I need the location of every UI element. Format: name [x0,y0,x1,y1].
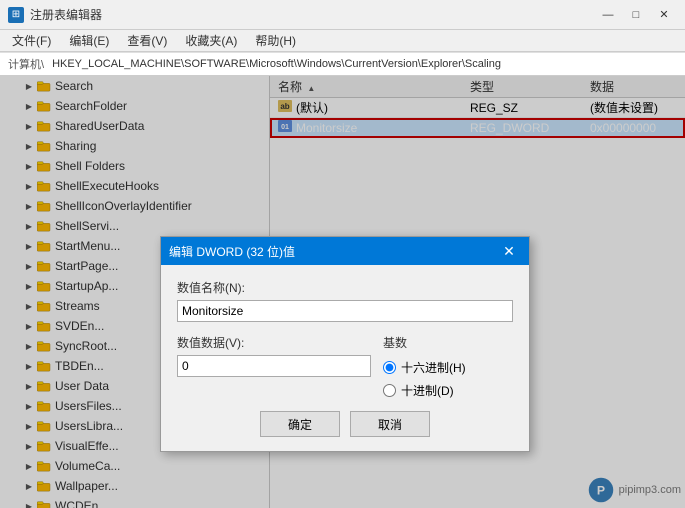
app-icon: ⊞ [8,7,24,23]
dialog-body: 数值名称(N): 数值数据(V): 基数 十六进制(H) [161,265,529,451]
dialog-buttons: 确定 取消 [177,411,513,437]
radio-group: 十六进制(H) 十进制(D) [383,359,513,399]
dialog-value-section: 数值数据(V): [177,334,371,399]
minimize-button[interactable]: — [595,5,621,25]
menu-favorites[interactable]: 收藏夹(A) [177,30,245,51]
radio-dec-input[interactable] [383,384,396,397]
dialog-ok-button[interactable]: 确定 [260,411,340,437]
dialog-cancel-button[interactable]: 取消 [350,411,430,437]
dialog-close-button[interactable]: ✕ [497,241,521,261]
menu-file[interactable]: 文件(F) [4,30,59,51]
menu-edit[interactable]: 编辑(E) [61,30,117,51]
radio-dec-label: 十进制(D) [401,382,454,399]
menu-view[interactable]: 查看(V) [119,30,175,51]
dialog-value-label: 数值数据(V): [177,334,371,351]
radio-hex-input[interactable] [383,361,396,374]
menu-help[interactable]: 帮助(H) [247,30,304,51]
dialog-name-input[interactable] [177,300,513,322]
title-bar: ⊞ 注册表编辑器 — □ ✕ [0,0,685,30]
radio-dec[interactable]: 十进制(D) [383,382,513,399]
title-bar-buttons: — □ ✕ [595,5,677,25]
radio-hex-label: 十六进制(H) [401,359,466,376]
dialog-base-section: 基数 十六进制(H) 十进制(D) [383,334,513,399]
menu-bar: 文件(F) 编辑(E) 查看(V) 收藏夹(A) 帮助(H) [0,30,685,52]
address-path: HKEY_LOCAL_MACHINE\SOFTWARE\Microsoft\Wi… [52,58,501,70]
close-button[interactable]: ✕ [651,5,677,25]
main-area: ▶ Search▶ SearchFolder▶ SharedUserData▶ … [0,76,685,508]
dialog-row: 数值数据(V): 基数 十六进制(H) 十进制(D) [177,334,513,399]
address-bar: 计算机\ HKEY_LOCAL_MACHINE\SOFTWARE\Microso… [0,52,685,76]
edit-dialog: 编辑 DWORD (32 位)值 ✕ 数值名称(N): 数值数据(V): 基数 [160,236,530,452]
base-label: 基数 [383,334,513,351]
dialog-title-bar: 编辑 DWORD (32 位)值 ✕ [161,237,529,265]
dialog-name-label: 数值名称(N): [177,279,513,296]
maximize-button[interactable]: □ [623,5,649,25]
address-label: 计算机\ [8,56,44,72]
dialog-value-input[interactable] [177,355,371,377]
title-bar-text: 注册表编辑器 [30,6,595,23]
radio-hex[interactable]: 十六进制(H) [383,359,513,376]
dialog-title-text: 编辑 DWORD (32 位)值 [169,243,497,260]
dialog-overlay: 编辑 DWORD (32 位)值 ✕ 数值名称(N): 数值数据(V): 基数 [0,76,685,508]
